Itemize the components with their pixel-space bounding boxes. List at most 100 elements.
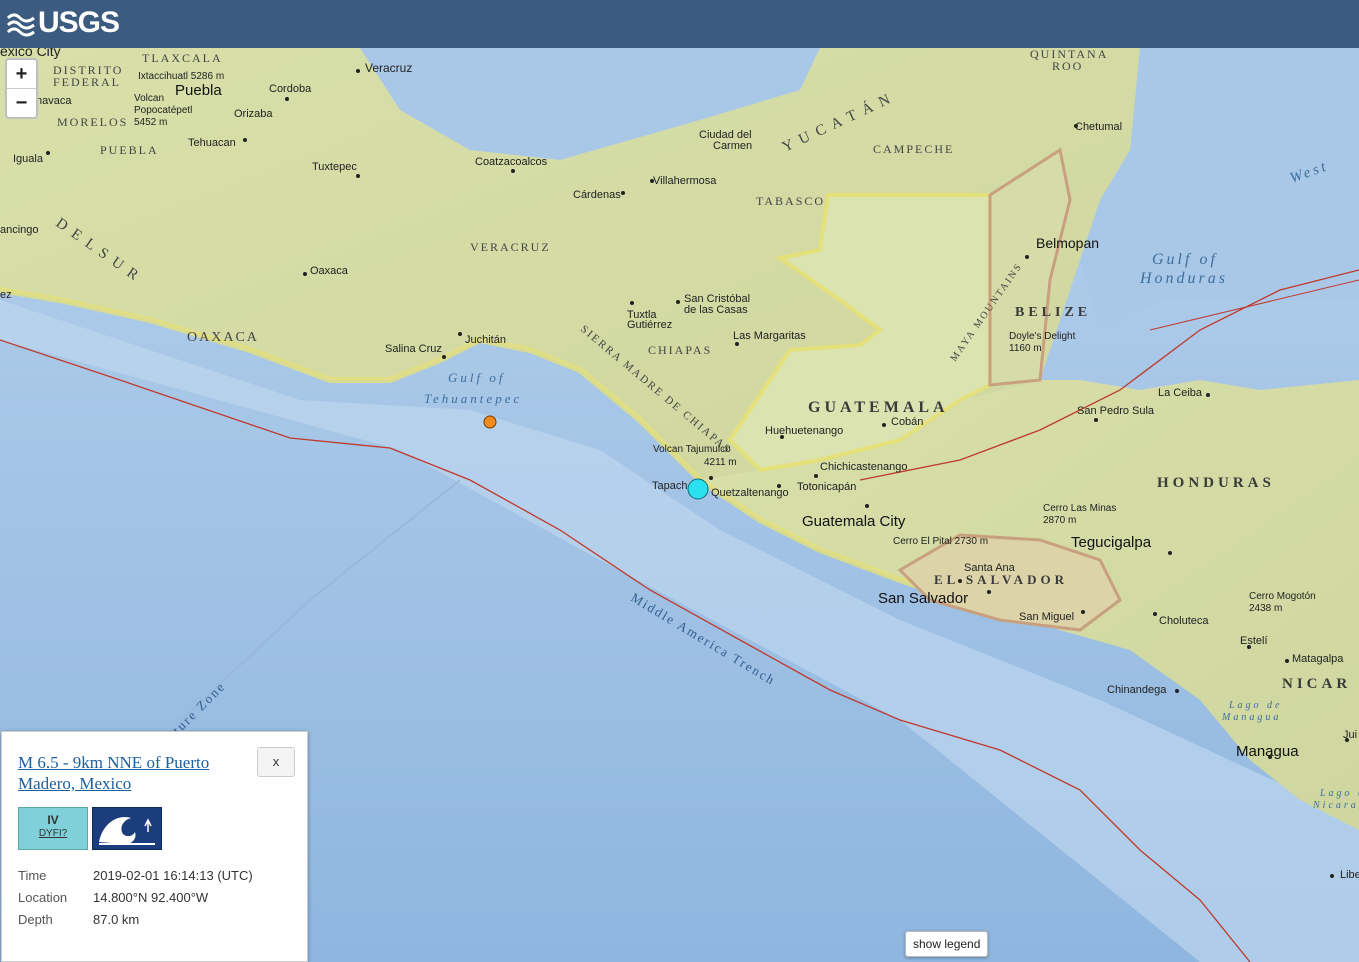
label-iguala: Iguala — [13, 153, 44, 165]
label-tehuacan: Tehuacan — [188, 137, 236, 149]
label-tuxtepec: Tuxtepec — [312, 161, 357, 173]
label-huehuetenango: Huehuetenango — [765, 425, 843, 437]
close-popup-button[interactable]: x — [257, 747, 295, 777]
label-esteli: Estelí — [1240, 635, 1268, 647]
show-legend-button[interactable]: show legend — [905, 931, 989, 957]
zoom-control: + − — [5, 58, 38, 119]
label-ez: ez — [0, 289, 12, 301]
label-coatzacoalcos: Coatzacoalcos — [475, 156, 548, 168]
label-salina-cruz: Salina Cruz — [385, 343, 442, 355]
earthquake-title-link[interactable]: M 6.5 - 9km NNE of Puerto Madero, Mexico — [18, 752, 248, 794]
label-cerro-mogoton-2: 2438 m — [1249, 603, 1282, 614]
label-morelos: MORELOS — [57, 115, 128, 129]
label-tlaxcala: TLAXCALA — [142, 51, 223, 65]
label-quintana-2: ROO — [1052, 59, 1083, 73]
earthquake-marker-small[interactable] — [483, 415, 497, 429]
label-campeche: CAMPECHE — [873, 142, 954, 156]
label-cordoba: Cordoba — [269, 83, 312, 95]
label-doyles-2: 1160 m — [1009, 343, 1042, 354]
dyfi-badge[interactable]: IV DYFI? — [18, 807, 88, 850]
tsunami-wave-icon[interactable] — [92, 807, 162, 850]
label-tabasco: TABASCO — [756, 194, 825, 208]
depth-value: 87.0 km — [93, 912, 140, 927]
usgs-wave-icon — [6, 13, 35, 37]
label-villahermosa: Villahermosa — [653, 175, 717, 187]
label-tuxtla-2: Gutiérrez — [627, 319, 672, 331]
dyfi-label: DYFI? — [38, 828, 68, 839]
label-lago-managua-1: Lago de — [1228, 700, 1283, 711]
label-libe: Libe — [1340, 869, 1359, 881]
label-veracruz-city: Veracruz — [365, 61, 412, 75]
label-san-salvador: San Salvador — [878, 590, 968, 607]
label-navaca: navaca — [36, 95, 72, 107]
label-choluteca: Choluteca — [1159, 615, 1209, 627]
label-guatemala-city: Guatemala City — [802, 513, 906, 530]
label-chinandega: Chinandega — [1107, 684, 1167, 696]
label-puebla-city: Puebla — [175, 82, 222, 99]
usgs-logo[interactable]: USGS — [6, 6, 120, 40]
zoom-out-button[interactable]: − — [7, 88, 36, 117]
label-guatemala-country: GUATEMALA — [808, 399, 949, 416]
depth-label: Depth — [18, 912, 53, 927]
label-tapachula: Tapach — [652, 480, 687, 492]
location-value: 14.800°N 92.400°W — [93, 890, 209, 905]
label-nicaragua: NICAR — [1282, 676, 1351, 692]
label-veracruz-state: VERACRUZ — [470, 240, 551, 254]
label-san-pedro-sula: San Pedro Sula — [1077, 405, 1155, 417]
label-lago-nicaragua-1: Lago de — [1319, 788, 1359, 799]
dyfi-level: IV — [47, 813, 59, 827]
label-volcan-popo-3: 5452 m — [134, 117, 167, 128]
label-gulf-tehuantepec-2: Tehuantepec — [424, 391, 522, 406]
label-gulf-honduras-1: Gulf of — [1152, 251, 1218, 268]
label-belmopan: Belmopan — [1036, 235, 1099, 251]
label-chetumal: Chetumal — [1075, 121, 1122, 133]
label-ancingo: ancingo — [0, 224, 39, 236]
label-la-ceiba: La Ceiba — [1158, 387, 1203, 399]
label-volcan-popo-1: Volcan — [134, 93, 164, 104]
usgs-header: USGS — [0, 0, 1359, 48]
label-volcan-popo-2: Popocatépetl — [134, 105, 192, 116]
label-coban: Cobán — [891, 416, 923, 428]
label-volcan-tajumulco-1: Volcan Tajumulco — [653, 444, 731, 455]
label-oaxaca-city: Oaxaca — [310, 265, 349, 277]
label-gulf-tehuantepec-1: Gulf of — [448, 370, 505, 385]
label-jui: Jui — [1343, 729, 1357, 741]
zoom-in-button[interactable]: + — [7, 60, 36, 88]
label-lago-managua-2: Managua — [1221, 712, 1281, 723]
label-gulf-honduras-2: Honduras — [1139, 270, 1228, 287]
label-managua: Managua — [1236, 743, 1299, 760]
time-value: 2019-02-01 16:14:13 (UTC) — [93, 868, 253, 883]
label-san-miguel: San Miguel — [1019, 611, 1074, 623]
label-cerro-minas-1: Cerro Las Minas — [1043, 503, 1116, 514]
location-label: Location — [18, 890, 68, 905]
label-san-cristobal-2: de las Casas — [684, 304, 748, 316]
label-belize: BELIZE — [1015, 305, 1091, 320]
label-puebla-state: PUEBLA — [100, 143, 159, 157]
label-las-margaritas: Las Margaritas — [733, 330, 806, 342]
label-doyles-1: Doyle's Delight — [1009, 331, 1076, 342]
earthquake-popup: M 6.5 - 9km NNE of Puerto Madero, Mexico… — [1, 731, 308, 962]
earthquake-marker-selected[interactable] — [687, 478, 709, 500]
logo-text: USGS — [38, 6, 120, 39]
label-matagalpa: Matagalpa — [1292, 653, 1344, 665]
label-honduras: HONDURAS — [1157, 475, 1275, 491]
label-volcan-tajumulco-2: 4211 m — [704, 457, 737, 468]
label-tegucigalpa: Tegucigalpa — [1071, 534, 1152, 551]
label-lago-nicaragua-2: Nicarag — [1312, 800, 1359, 811]
label-totonicapan: Totonicapán — [797, 481, 856, 493]
label-iztaccihuatl: Ixtaccihuatl 5286 m — [138, 71, 224, 82]
label-cerro-mogoton-1: Cerro Mogotón — [1249, 591, 1316, 602]
label-oaxaca-state: OAXACA — [187, 330, 259, 345]
label-chichicastenango: Chichicastenango — [820, 461, 907, 473]
label-juchitan: Juchitán — [465, 334, 506, 346]
label-orizaba: Orizaba — [234, 108, 273, 120]
time-label: Time — [18, 868, 47, 883]
label-quetzaltenango: Quetzaltenango — [711, 487, 789, 499]
map-app: USGS exico City TLAXCALA DISTRITO FEDERA… — [0, 0, 1359, 962]
label-federal: FEDERAL — [53, 75, 121, 89]
label-ciudad-carmen-2: Carmen — [713, 140, 752, 152]
label-cerro-minas-2: 2870 m — [1043, 515, 1076, 526]
label-cerro-pital: Cerro El Pital 2730 m — [893, 536, 988, 547]
label-chiapas: CHIAPAS — [648, 343, 712, 357]
label-el-salvador: EL SALVADOR — [934, 572, 1068, 587]
